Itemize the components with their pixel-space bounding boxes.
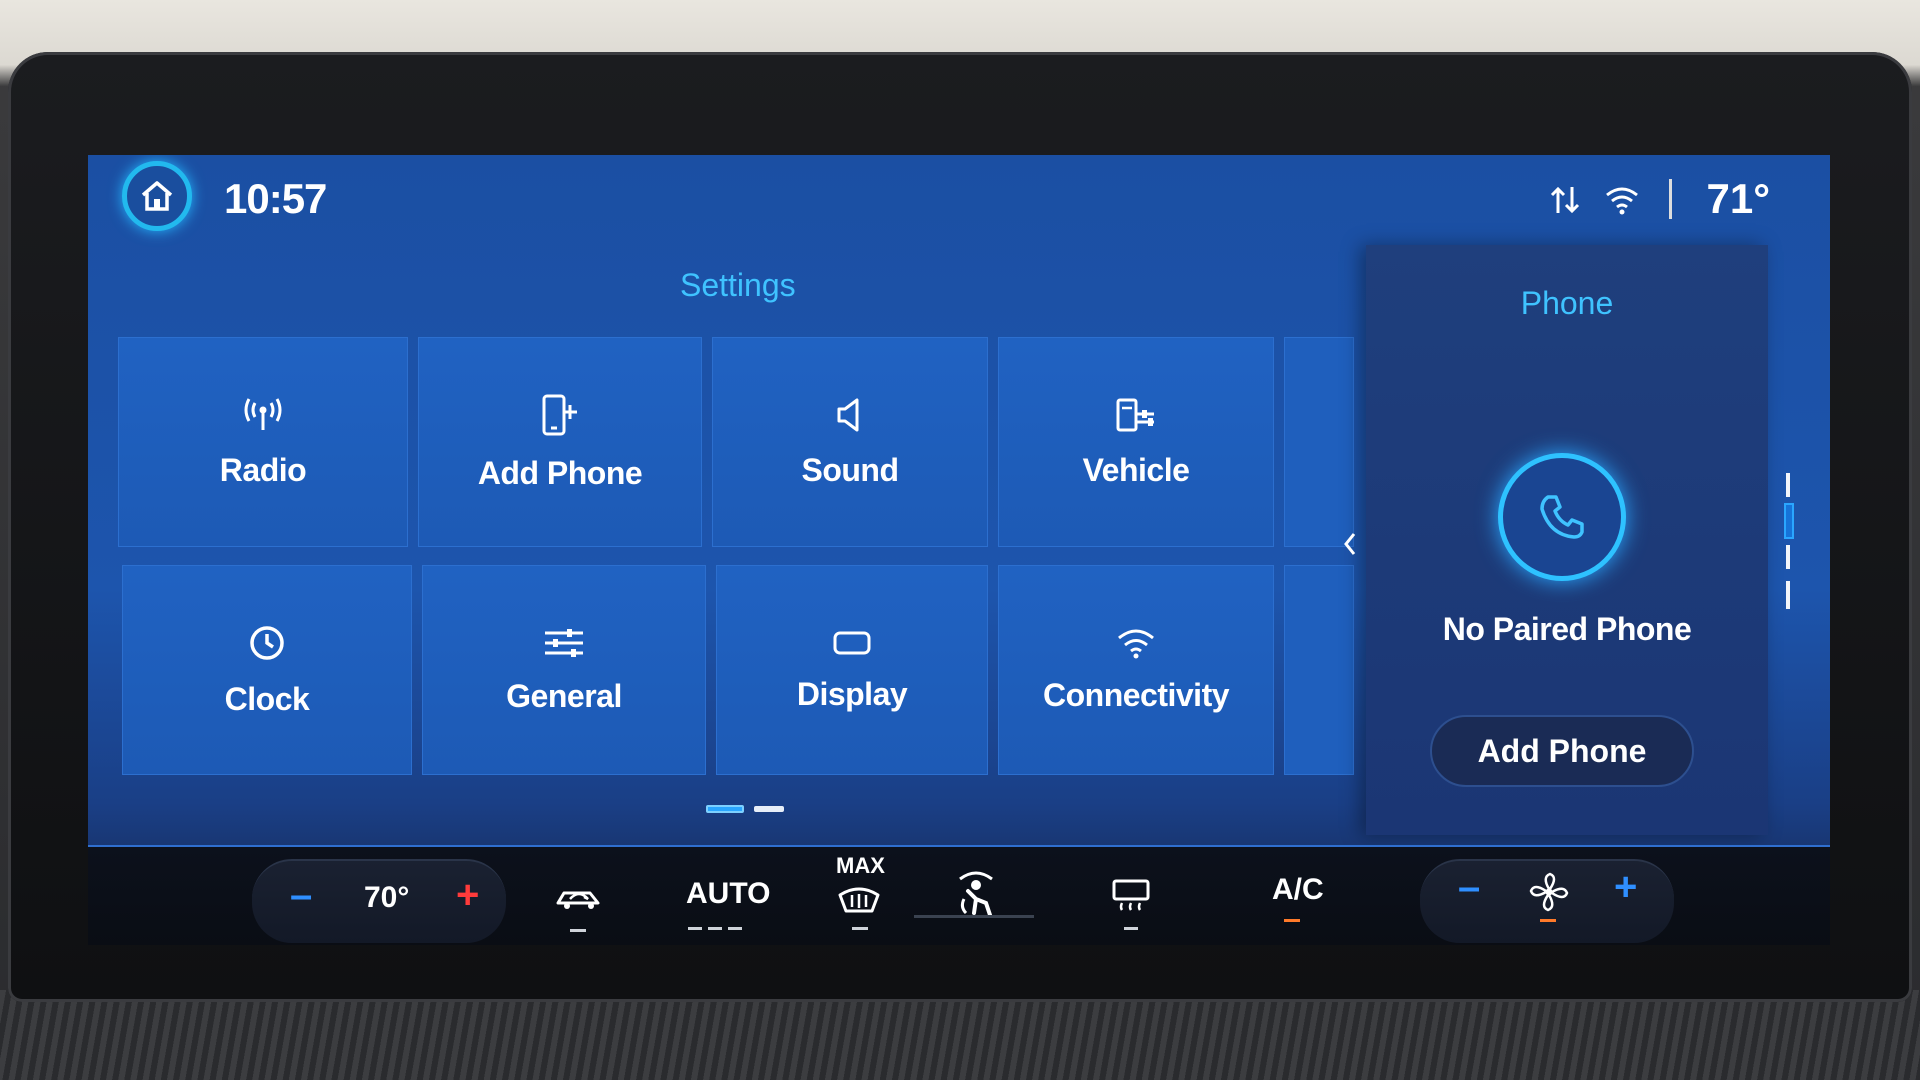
fan-up-button[interactable]: +: [1614, 865, 1637, 910]
radio-antenna-icon: [244, 397, 282, 430]
tile-label: Connectivity: [1042, 676, 1230, 713]
signal-arrows-icon: [1550, 186, 1580, 214]
auto-indicator: [688, 927, 702, 930]
home-button[interactable]: [122, 161, 192, 231]
ac-indicator: [1284, 919, 1300, 922]
tile-radio[interactable]: Radio: [118, 337, 408, 547]
status-icons: [1548, 183, 1640, 217]
wifi-icon: [1118, 629, 1154, 658]
rear-defrost-icon[interactable]: [1110, 877, 1152, 911]
tile-add-phone[interactable]: Add Phone: [418, 337, 702, 547]
tile-label: Clock: [224, 680, 310, 717]
max-defrost-indicator: [852, 927, 868, 930]
climate-bar: – 70° + AUTO MAX A/C – +: [88, 845, 1830, 945]
tile-display[interactable]: Display: [716, 565, 988, 775]
seat-climate-underline: [914, 915, 1034, 918]
tile-vehicle[interactable]: Vehicle: [998, 337, 1274, 547]
status-divider: [1669, 179, 1672, 219]
page-dot-active: [706, 805, 744, 813]
temp-down-button[interactable]: –: [290, 873, 312, 918]
fan-down-button[interactable]: –: [1458, 865, 1480, 910]
settings-title: Settings: [680, 267, 796, 303]
fan-icon: [1529, 872, 1569, 912]
home-icon: [141, 181, 173, 211]
phone-status: No Paired Phone: [1442, 611, 1692, 647]
chevron-left-icon[interactable]: [1342, 531, 1358, 557]
auto-indicator: [708, 927, 722, 930]
vehicle-settings-icon: [1116, 398, 1154, 431]
clock-icon: [250, 625, 284, 660]
tile-sound[interactable]: Sound: [712, 337, 988, 547]
infotainment-screen: 10:57 71° Settings Radio Add Phone Sound…: [88, 155, 1830, 945]
fan-indicator: [1540, 919, 1556, 922]
recirculation-icon[interactable]: [554, 881, 604, 913]
sliders-icon: [545, 628, 583, 657]
tile-partial-next[interactable]: [1284, 337, 1354, 547]
auto-indicator: [728, 927, 742, 930]
page-indicator: [706, 805, 784, 813]
temp-up-button[interactable]: +: [456, 873, 479, 918]
rear-defrost-indicator: [1124, 927, 1138, 930]
driver-temp: 70°: [364, 881, 410, 914]
settings-grid: Radio Add Phone Sound Vehicle Clock Gene…: [118, 337, 1408, 775]
phone-panel: Phone No Paired Phone Add Phone: [1344, 245, 1768, 835]
tile-clock[interactable]: Clock: [122, 565, 412, 775]
scroll-segment: [1786, 473, 1790, 497]
auto-button[interactable]: AUTO: [686, 877, 770, 911]
scroll-segment: [1786, 581, 1790, 609]
page-dot[interactable]: [754, 806, 784, 812]
add-phone-button[interactable]: Add Phone: [1430, 715, 1694, 787]
max-defrost-label: MAX: [836, 853, 885, 878]
tile-label: General: [506, 677, 622, 714]
tile-label: Radio: [219, 451, 307, 488]
scroll-thumb[interactable]: [1784, 503, 1794, 539]
clock-time: 10:57: [224, 175, 327, 222]
display-icon: [833, 631, 871, 654]
max-defrost-icon[interactable]: [836, 881, 882, 915]
tile-label: Sound: [801, 451, 899, 488]
tile-label: Vehicle: [1082, 451, 1190, 488]
recirc-indicator: [570, 929, 586, 932]
panel-scrollbar[interactable]: [1784, 473, 1794, 615]
dashboard-trim: [0, 990, 1920, 1080]
phone-panel-title: Phone: [1520, 285, 1614, 321]
wifi-icon: [1606, 187, 1638, 215]
outside-temperature: 71°: [1706, 175, 1770, 222]
tile-label: Add Phone: [477, 454, 643, 491]
ac-button[interactable]: A/C: [1272, 873, 1324, 907]
tile-general[interactable]: General: [422, 565, 706, 775]
seat-climate-icon[interactable]: [950, 869, 1002, 919]
phone-handset-icon: [1540, 495, 1584, 539]
tile-label: Display: [796, 675, 908, 712]
speaker-icon: [837, 398, 859, 431]
call-button[interactable]: [1498, 453, 1626, 581]
scroll-segment: [1786, 545, 1790, 569]
tile-partial-next[interactable]: [1284, 565, 1354, 775]
add-phone-icon: [542, 394, 577, 435]
tile-connectivity[interactable]: Connectivity: [998, 565, 1274, 775]
